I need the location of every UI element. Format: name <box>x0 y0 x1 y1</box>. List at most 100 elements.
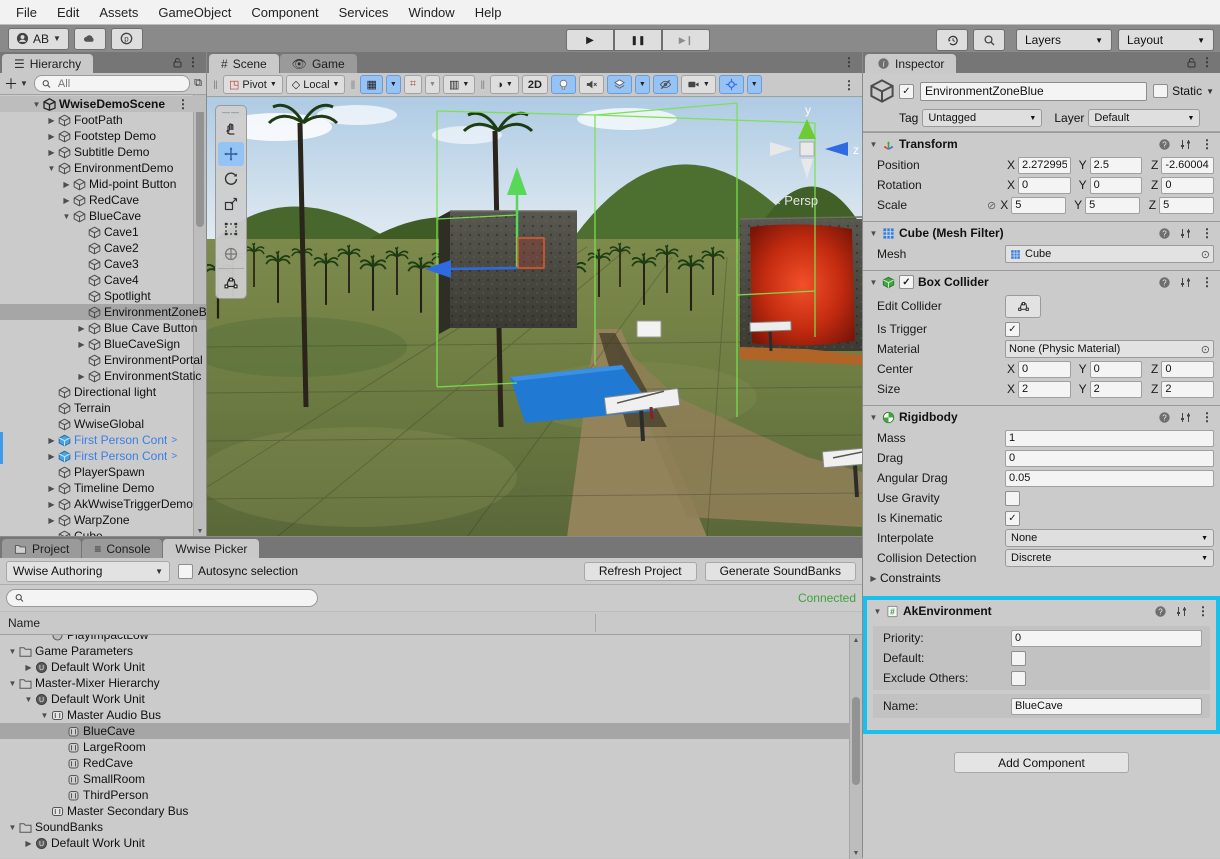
menu-help[interactable]: Help <box>465 5 512 20</box>
akenvironment-header[interactable]: ▼ AkEnvironment ⋮ <box>867 600 1216 622</box>
rotate-tool[interactable] <box>218 167 244 191</box>
generate-soundbanks-button[interactable]: Generate SoundBanks <box>705 562 856 581</box>
scene-audio-toggle[interactable] <box>579 75 604 94</box>
tree-row[interactable]: Cave2 <box>0 240 206 256</box>
menu-assets[interactable]: Assets <box>89 5 148 20</box>
tree-row[interactable]: BlueCave <box>0 723 862 739</box>
tree-row[interactable]: ▶Timeline Demo <box>0 480 206 496</box>
menu-gameobject[interactable]: GameObject <box>148 5 241 20</box>
center-y-field[interactable] <box>1090 361 1143 378</box>
scene-lighting-toggle[interactable] <box>551 75 576 94</box>
expand-arrow-icon[interactable]: ▼ <box>60 212 73 221</box>
rigidbody-header[interactable]: ▼ Rigidbody ⋮ <box>863 406 1220 428</box>
kebab-icon[interactable]: ⋮ <box>1194 604 1212 618</box>
constrain-proportions-icon[interactable]: ⊘ <box>987 199 996 212</box>
gameobject-name-field[interactable] <box>920 82 1147 101</box>
drag-field[interactable] <box>1005 450 1214 467</box>
tree-row[interactable]: Spotlight <box>0 288 206 304</box>
boxcollider-header[interactable]: ▼ ✓ Box Collider ⋮ <box>863 271 1220 293</box>
use-gravity-checkbox[interactable] <box>1005 491 1020 506</box>
transform-header[interactable]: ▼ Transform ⋮ <box>863 133 1220 155</box>
undo-history-button[interactable] <box>936 29 968 51</box>
play-button[interactable]: ▶ <box>566 29 614 51</box>
tree-row[interactable]: ▼Game Parameters <box>0 643 862 659</box>
create-button[interactable]: ＋ <box>4 74 18 94</box>
lock-icon[interactable] <box>171 56 184 69</box>
collab-button[interactable] <box>111 28 143 50</box>
size-x-field[interactable] <box>1018 381 1071 398</box>
scene-canvas[interactable]: y z < Persp <box>207 97 862 537</box>
help-icon[interactable] <box>1158 276 1171 289</box>
tree-row[interactable]: PlayImpactLow <box>0 635 862 643</box>
layer-dropdown[interactable]: Default▼ <box>1088 109 1200 127</box>
is-trigger-checkbox[interactable]: ✓ <box>1005 322 1020 337</box>
expand-arrow-icon[interactable]: ▶ <box>75 372 88 381</box>
tab-hierarchy[interactable]: ☰Hierarchy <box>2 54 93 73</box>
snap-increment-dropdown[interactable]: ▥▼ <box>443 75 475 94</box>
tree-row[interactable]: ▶EnvironmentStatic <box>0 368 206 384</box>
kebab-icon[interactable]: ⋮ <box>184 55 202 69</box>
toolbar-grip[interactable]: —— <box>216 108 246 116</box>
pivot-dropdown[interactable]: ◳Pivot▼ <box>223 75 283 94</box>
expand-arrow-icon[interactable]: ▶ <box>45 116 58 125</box>
interpolate-dropdown[interactable]: None▼ <box>1005 529 1214 547</box>
presets-icon[interactable] <box>1179 138 1192 151</box>
scene-visibility-toggle[interactable] <box>653 75 678 94</box>
expand-arrow-icon[interactable]: ▶ <box>60 180 73 189</box>
grid-dropdown[interactable]: ▼ <box>386 75 401 94</box>
rotation-y-field[interactable] <box>1090 177 1143 194</box>
tree-row[interactable]: ▶Default Work Unit <box>0 659 862 675</box>
pause-button[interactable]: ❚❚ <box>614 29 662 51</box>
mass-field[interactable] <box>1005 430 1214 447</box>
edit-collider-button[interactable] <box>1005 295 1041 318</box>
name-column-header[interactable]: Name <box>0 612 862 635</box>
wwise-authoring-dropdown[interactable]: Wwise Authoring▼ <box>6 561 170 582</box>
tag-dropdown[interactable]: Untagged▼ <box>922 109 1042 127</box>
expand-arrow-icon[interactable]: ▶ <box>45 436 58 445</box>
tree-row[interactable]: ▼Default Work Unit <box>0 691 862 707</box>
presets-icon[interactable] <box>1179 411 1192 424</box>
effects-toggle[interactable] <box>607 75 632 94</box>
rotation-z-field[interactable] <box>1161 177 1214 194</box>
account-button[interactable]: AB ▼ <box>8 28 69 50</box>
tree-row[interactable]: ▶Blue Cave Button <box>0 320 206 336</box>
autosync-checkbox[interactable] <box>178 564 193 579</box>
kebab-icon[interactable]: ⋮ <box>1198 410 1216 424</box>
menu-window[interactable]: Window <box>398 5 464 20</box>
material-object-field[interactable]: None (Physic Material)⊙ <box>1005 340 1214 358</box>
local-dropdown[interactable]: ◇Local▼ <box>286 75 346 94</box>
cloud-button[interactable] <box>74 28 106 50</box>
constraints-foldout[interactable]: ▶ <box>867 574 880 583</box>
tree-row[interactable]: ▶Default Work Unit <box>0 835 862 851</box>
akenvironment-name-field[interactable] <box>1011 698 1202 715</box>
refresh-project-button[interactable]: Refresh Project <box>584 562 697 581</box>
tab-scene[interactable]: #Scene <box>209 54 279 73</box>
kebab-icon[interactable]: ⋮ <box>1198 275 1216 289</box>
is-kinematic-checkbox[interactable]: ✓ <box>1005 511 1020 526</box>
tree-row[interactable]: ▼WwiseDemoScene⋮ <box>0 96 206 112</box>
angular-drag-field[interactable] <box>1005 470 1214 487</box>
column-divider[interactable] <box>595 614 596 632</box>
kebab-icon[interactable]: ⋮ <box>174 97 192 111</box>
chevron-down-icon[interactable]: ▼ <box>20 79 28 88</box>
expand-arrow-icon[interactable]: ▶ <box>45 484 58 493</box>
wwise-search-field[interactable] <box>6 589 318 607</box>
size-z-field[interactable] <box>1161 381 1214 398</box>
tree-row[interactable]: Cave4 <box>0 272 206 288</box>
layers-dropdown[interactable]: Layers▼ <box>1016 29 1112 51</box>
tree-row[interactable]: Terrain <box>0 400 206 416</box>
menu-file[interactable]: File <box>6 5 47 20</box>
open-search-window-icon[interactable]: ⧉ <box>194 77 202 90</box>
tab-game[interactable]: 👁Game <box>280 54 357 73</box>
prefab-open-arrow[interactable]: > <box>171 435 177 446</box>
hierarchy-search-input[interactable] <box>56 77 184 91</box>
kebab-icon[interactable]: ⋮ <box>840 55 858 69</box>
meshfilter-header[interactable]: ▼ Cube (Mesh Filter) ⋮ <box>863 222 1220 244</box>
tree-row[interactable]: ▶First Person Cont> <box>0 432 206 448</box>
tree-row[interactable]: Cave3 <box>0 256 206 272</box>
expand-arrow-icon[interactable]: ▶ <box>45 132 58 141</box>
position-z-field[interactable] <box>1161 157 1214 174</box>
tab-inspector[interactable]: Inspector <box>865 54 956 73</box>
scale-z-field[interactable] <box>1159 197 1214 214</box>
expand-arrow-icon[interactable]: ▶ <box>22 839 35 848</box>
